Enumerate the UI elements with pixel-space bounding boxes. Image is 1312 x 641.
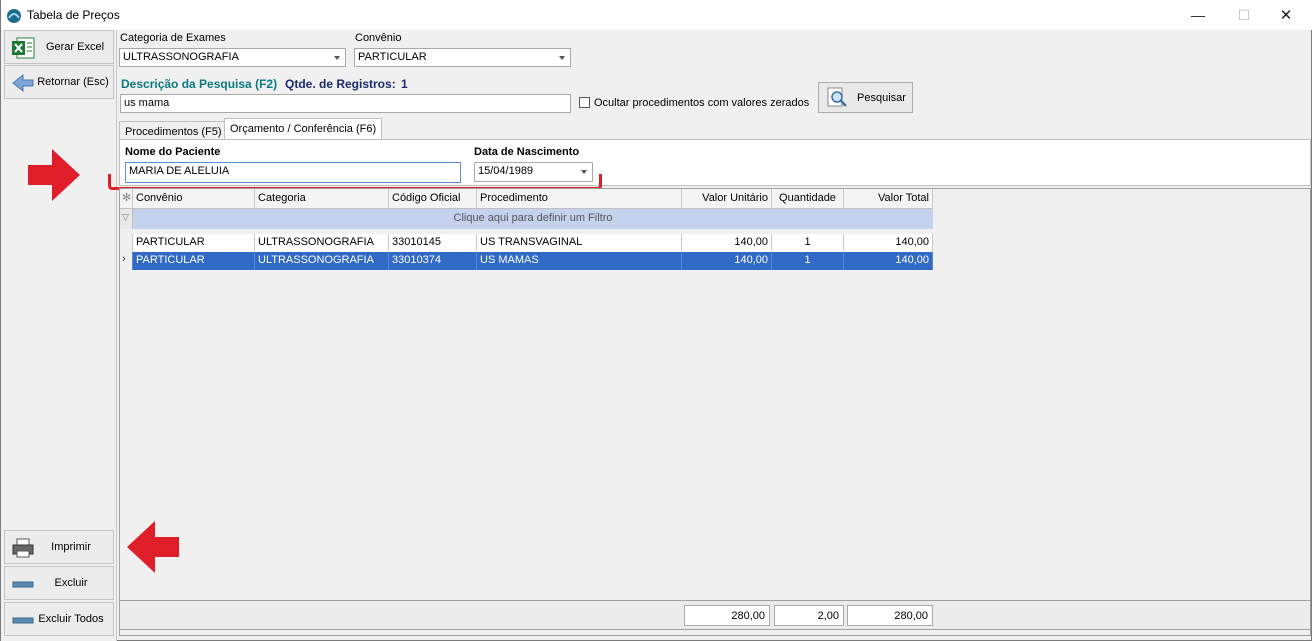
left-toolbar: Gerar Excel Retornar (Esc) Imprimir Excl…: [1, 30, 117, 641]
categoria-select[interactable]: ULTRASSONOGRAFIA: [119, 48, 346, 67]
gerar-excel-button[interactable]: Gerar Excel: [4, 30, 114, 64]
col-codigo[interactable]: Código Oficial: [389, 189, 477, 208]
excluir-todos-button[interactable]: Excluir Todos: [4, 602, 114, 636]
cell-valor-total: 140,00: [844, 252, 933, 270]
cell-convenio: PARTICULAR: [133, 252, 255, 270]
table-row-selected[interactable]: › PARTICULAR ULTRASSONOGRAFIA 33010374 U…: [120, 252, 933, 270]
cell-valor-unitario: 140,00: [682, 252, 772, 270]
cell-categoria: ULTRASSONOGRAFIA: [255, 252, 389, 270]
annotation-arrow-icon: [28, 149, 80, 201]
chevron-down-icon: [334, 56, 340, 60]
pesquisar-button[interactable]: Pesquisar: [818, 82, 913, 113]
minimize-button[interactable]: —: [1175, 0, 1221, 30]
tab-orcamento-label: Orçamento / Conferência (F6): [230, 123, 377, 135]
convenio-select[interactable]: PARTICULAR: [354, 48, 571, 67]
cell-valor-total: 140,00: [844, 234, 933, 252]
cell-codigo: 33010374: [389, 252, 477, 270]
budget-grid: ✻ Convênio Categoria Código Oficial Proc…: [119, 188, 1311, 636]
total-valor-unitario: 280,00: [684, 605, 770, 626]
categoria-value: ULTRASSONOGRAFIA: [123, 51, 239, 63]
excluir-todos-label: Excluir Todos: [38, 613, 104, 625]
nascimento-label: Data de Nascimento: [474, 146, 580, 158]
convenio-value: PARTICULAR: [358, 51, 427, 63]
col-convenio[interactable]: Convênio: [133, 189, 255, 208]
retornar-button[interactable]: Retornar (Esc): [4, 65, 114, 99]
cell-convenio: PARTICULAR: [133, 234, 255, 252]
total-quantidade: 2,00: [774, 605, 844, 626]
cell-valor-unitario: 140,00: [682, 234, 772, 252]
total-valor-total: 280,00: [847, 605, 933, 626]
cell-quantidade: 1: [772, 252, 844, 270]
convenio-label: Convênio: [355, 32, 402, 44]
tab-procedimentos[interactable]: Procedimentos (F5): [119, 121, 228, 141]
totals-footer: 280,00 2,00 280,00: [119, 600, 1311, 630]
col-valor-total[interactable]: Valor Total: [844, 189, 933, 208]
tab-orcamento[interactable]: Orçamento / Conferência (F6): [224, 118, 383, 140]
excluir-button[interactable]: Excluir: [4, 566, 114, 600]
imprimir-button[interactable]: Imprimir: [4, 530, 114, 564]
annotation-arrow-icon: [127, 521, 179, 573]
qtde-value: 1: [401, 77, 408, 91]
cell-procedimento: US MAMAS: [477, 252, 682, 270]
gerar-excel-label: Gerar Excel: [45, 41, 105, 53]
chevron-down-icon: [559, 56, 565, 60]
cell-quantidade: 1: [772, 234, 844, 252]
filter-funnel-icon: ▽: [120, 209, 133, 229]
col-procedimento[interactable]: Procedimento: [477, 189, 682, 208]
filter-row[interactable]: ▽ Clique aqui para definir um Filtro: [120, 209, 933, 229]
nome-paciente-label: Nome do Paciente: [125, 146, 221, 158]
search-value: us mama: [124, 97, 170, 109]
row-indicator: [120, 234, 133, 252]
tab-procedimentos-label: Procedimentos (F5): [125, 126, 222, 138]
search-input[interactable]: us mama: [120, 94, 571, 113]
search-icon: [827, 87, 847, 107]
ocultar-label: Ocultar procedimentos com valores zerado…: [594, 97, 810, 109]
app-icon: [7, 9, 21, 23]
table-row[interactable]: PARTICULAR ULTRASSONOGRAFIA 33010145 US …: [120, 234, 933, 252]
col-categoria[interactable]: Categoria: [255, 189, 389, 208]
col-valor-unitario[interactable]: Valor Unitário: [682, 189, 772, 208]
current-row-arrow-icon: ›: [120, 252, 133, 270]
cell-categoria: ULTRASSONOGRAFIA: [255, 234, 389, 252]
cell-codigo: 33010145: [389, 234, 477, 252]
row-indicator-header: ✻: [120, 189, 133, 208]
close-button[interactable]: ✕: [1263, 0, 1309, 30]
qtde-label: Qtde. de Registros:: [285, 77, 396, 91]
filter-hint: Clique aqui para definir um Filtro: [453, 212, 613, 224]
ocultar-checkbox[interactable]: [579, 97, 590, 108]
imprimir-label: Imprimir: [51, 541, 91, 553]
col-quantidade[interactable]: Quantidade: [772, 189, 844, 208]
maximize-button[interactable]: ☐: [1221, 0, 1267, 30]
categoria-label: Categoria de Exames: [120, 32, 226, 44]
title-bar: Tabela de Preços — ☐ ✕: [1, 0, 1312, 30]
retornar-label: Retornar (Esc): [37, 76, 109, 88]
back-arrow-icon: [12, 73, 34, 93]
grid-header: ✻ Convênio Categoria Código Oficial Proc…: [120, 189, 933, 209]
excluir-label: Excluir: [54, 577, 88, 589]
cell-procedimento: US TRANSVAGINAL: [477, 234, 682, 252]
price-table-window: Tabela de Preços — ☐ ✕ Gerar Excel Retor…: [0, 0, 1312, 641]
pesquisar-label: Pesquisar: [857, 92, 906, 104]
excel-icon: [12, 37, 35, 59]
window-title: Tabela de Preços: [27, 8, 120, 22]
descricao-label: Descrição da Pesquisa (F2): [121, 77, 278, 91]
